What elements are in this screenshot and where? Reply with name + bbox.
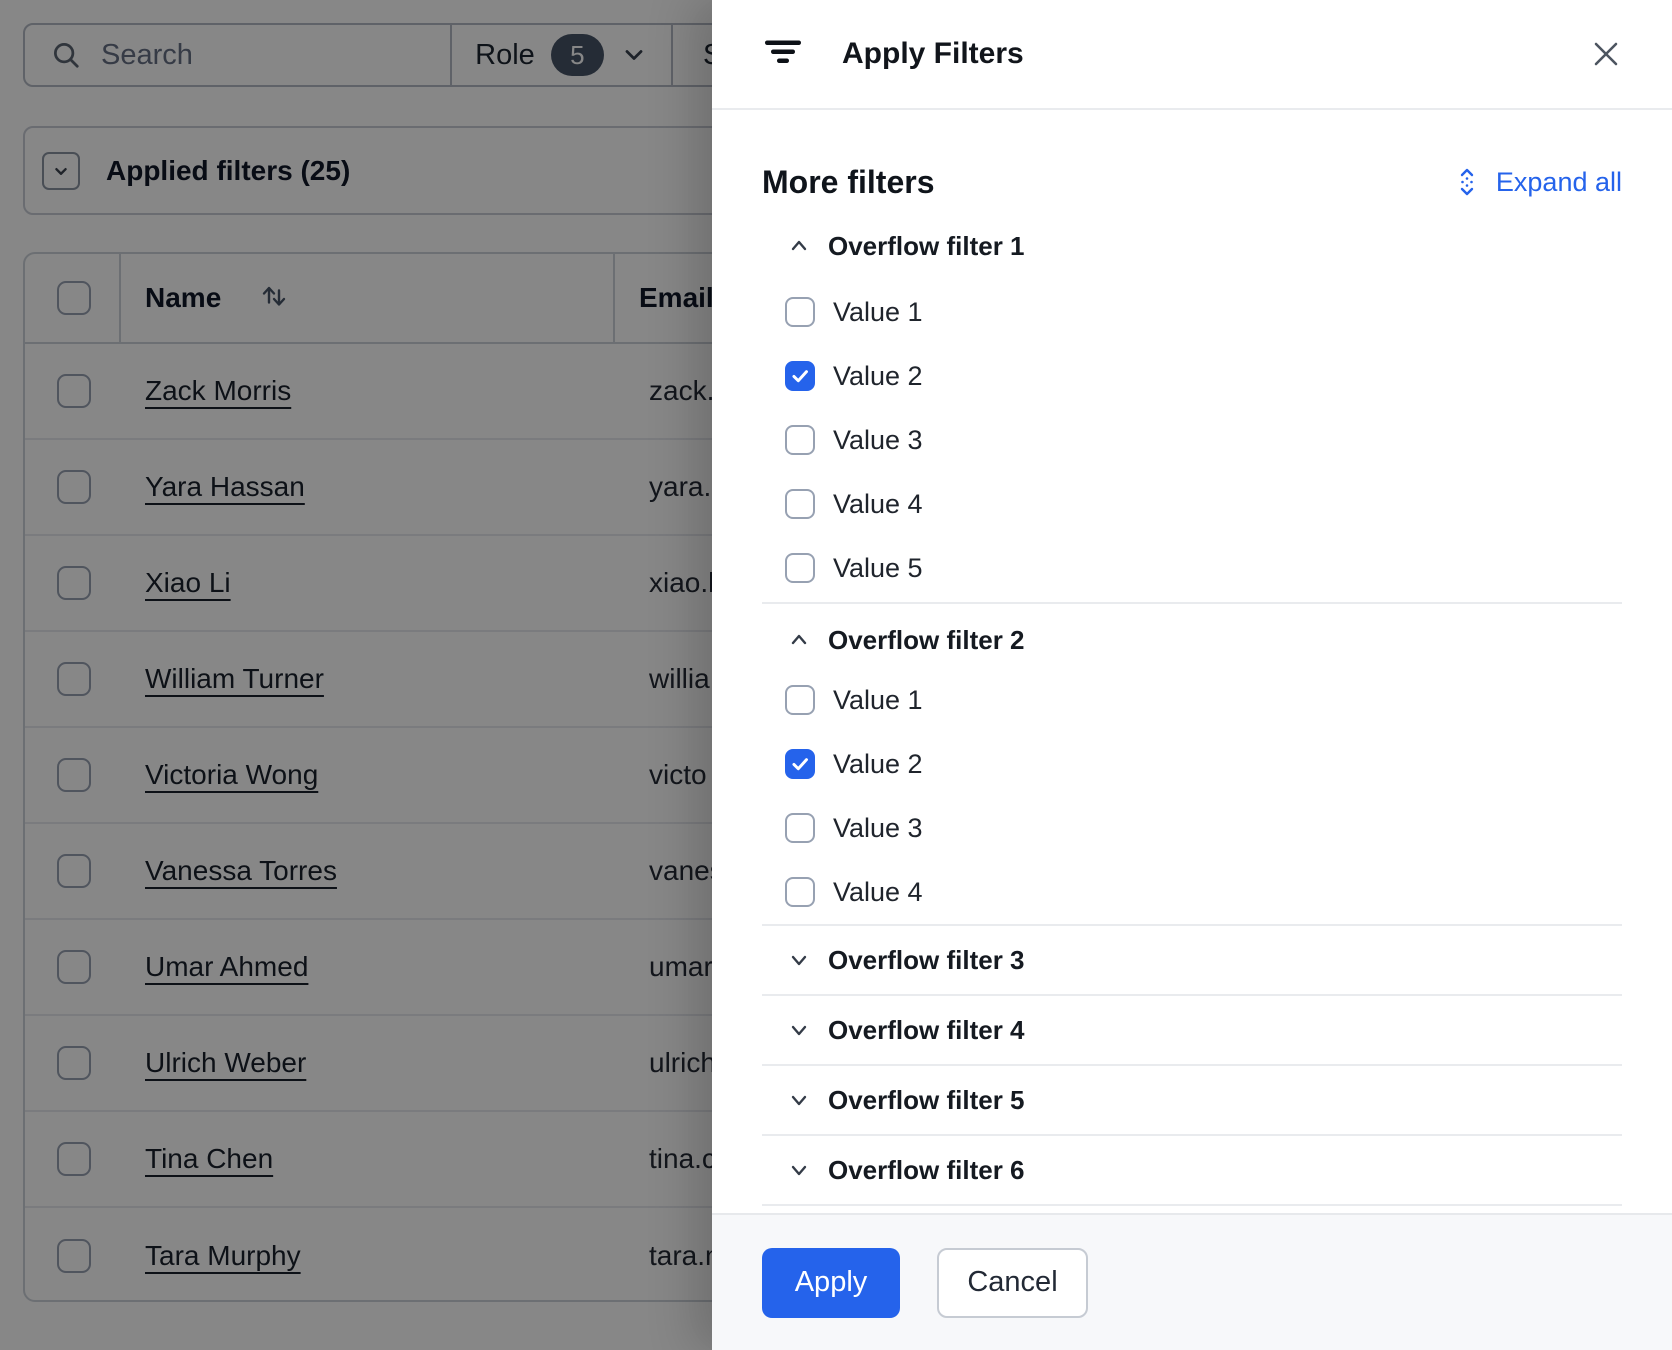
filter-group-label: Overflow filter 2	[828, 625, 1025, 656]
panel-body: More filters Expand all Overflow filter …	[712, 160, 1672, 1206]
option-label: Value 3	[833, 813, 923, 844]
filter-group-header[interactable]: Overflow filter 1	[788, 226, 1622, 266]
filter-group-label: Overflow filter 3	[828, 945, 1025, 976]
option-label: Value 2	[833, 361, 923, 392]
checkbox[interactable]	[785, 489, 815, 519]
filter-group-header[interactable]: Overflow filter 2	[788, 620, 1622, 660]
checkbox[interactable]	[785, 877, 815, 907]
filter-option[interactable]: Value 1	[785, 280, 1622, 344]
chevron-down-icon	[788, 1019, 810, 1041]
chevron-down-icon	[788, 949, 810, 971]
expand-all-icon	[1452, 167, 1482, 197]
apply-filters-panel: Apply Filters More filters Expand all	[712, 0, 1672, 1350]
option-label: Value 1	[833, 297, 923, 328]
section-divider	[762, 602, 1622, 604]
checkbox[interactable]	[785, 297, 815, 327]
filter-group-header[interactable]: Overflow filter 5	[788, 1066, 1622, 1134]
chevron-down-icon	[788, 1159, 810, 1181]
checkbox[interactable]	[785, 685, 815, 715]
filter-option[interactable]: Value 2	[785, 732, 1622, 796]
check-icon	[787, 749, 813, 779]
option-label: Value 5	[833, 553, 923, 584]
check-icon	[787, 361, 813, 391]
filter-group-label: Overflow filter 4	[828, 1015, 1025, 1046]
option-label: Value 4	[833, 489, 923, 520]
checkbox-checked[interactable]	[785, 749, 815, 779]
close-icon	[1588, 36, 1624, 72]
checkbox[interactable]	[785, 813, 815, 843]
filter-option[interactable]: Value 2	[785, 344, 1622, 408]
chevron-down-icon	[788, 1089, 810, 1111]
option-label: Value 4	[833, 877, 923, 908]
panel-header: Apply Filters	[712, 0, 1672, 110]
apply-button[interactable]: Apply	[762, 1248, 900, 1318]
option-label: Value 1	[833, 685, 923, 716]
filter-icon	[763, 32, 803, 77]
panel-title: Apply Filters	[842, 37, 1024, 71]
chevron-up-icon	[788, 629, 810, 651]
checkbox[interactable]	[785, 425, 815, 455]
expand-all-label: Expand all	[1496, 167, 1622, 198]
filter-group-label: Overflow filter 5	[828, 1085, 1025, 1116]
filter-group-label: Overflow filter 1	[828, 231, 1025, 262]
filter-group-header[interactable]: Overflow filter 3	[788, 926, 1622, 994]
close-button[interactable]	[1584, 32, 1628, 76]
filter-group-label: Overflow filter 6	[828, 1155, 1025, 1186]
filter-option[interactable]: Value 4	[785, 860, 1622, 924]
option-label: Value 2	[833, 749, 923, 780]
filter-option[interactable]: Value 5	[785, 536, 1622, 600]
panel-footer: Apply Cancel	[712, 1213, 1672, 1350]
option-label: Value 3	[833, 425, 923, 456]
filter-option[interactable]: Value 3	[785, 408, 1622, 472]
filter-group-header[interactable]: Overflow filter 4	[788, 996, 1622, 1064]
cancel-button[interactable]: Cancel	[937, 1248, 1088, 1318]
section-divider	[762, 1204, 1622, 1206]
filter-group-header[interactable]: Overflow filter 6	[788, 1136, 1622, 1204]
filter-option[interactable]: Value 4	[785, 472, 1622, 536]
checkbox-checked[interactable]	[785, 361, 815, 391]
more-filters-heading: More filters	[762, 164, 934, 201]
chevron-up-icon	[788, 235, 810, 257]
filter-option[interactable]: Value 3	[785, 796, 1622, 860]
expand-all-link[interactable]: Expand all	[1452, 167, 1622, 198]
checkbox[interactable]	[785, 553, 815, 583]
filter-option[interactable]: Value 1	[785, 668, 1622, 732]
